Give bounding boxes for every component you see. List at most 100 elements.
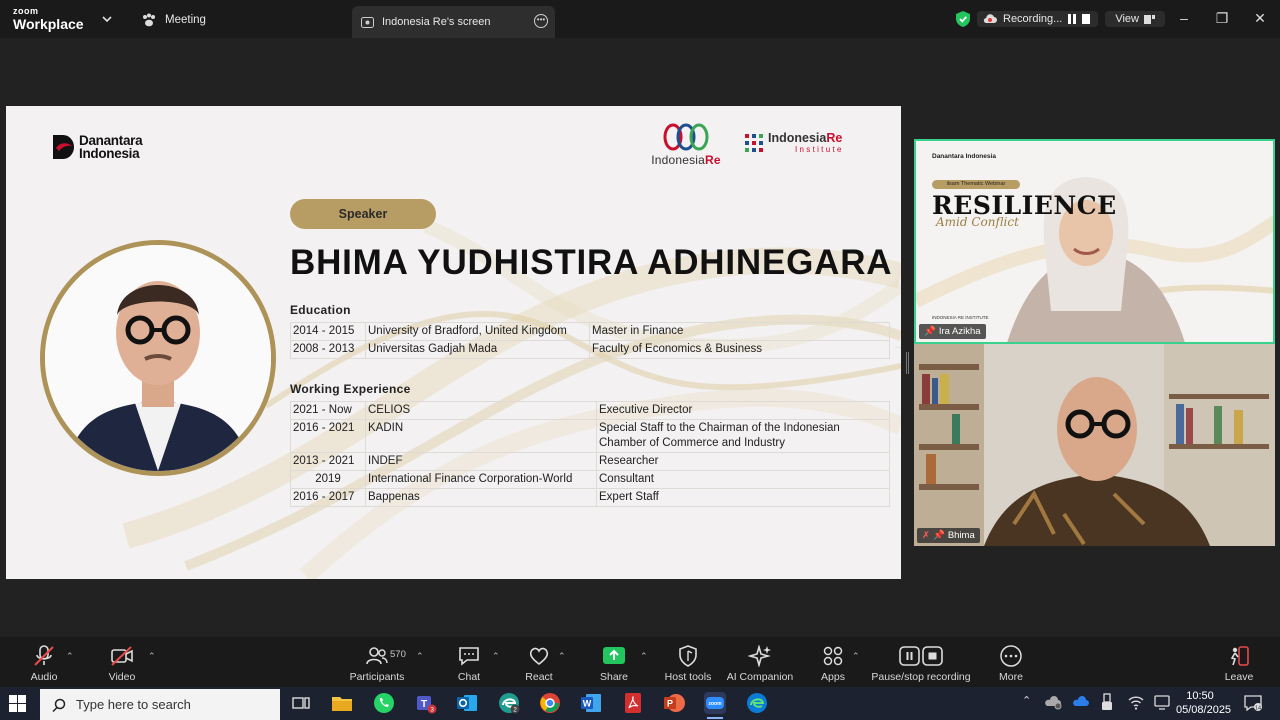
caret-up-icon[interactable]: ⌃ (66, 651, 74, 662)
apps-button[interactable]: Apps (818, 645, 848, 683)
close-icon[interactable]: ✕ (1249, 8, 1271, 28)
pdf-icon[interactable] (622, 692, 644, 714)
outlook-icon[interactable] (456, 692, 478, 714)
svg-text:T: T (421, 699, 427, 710)
view-layout-icon (1143, 14, 1155, 24)
cloud-record-icon (983, 14, 997, 24)
more-options-icon[interactable]: ••• (534, 14, 548, 28)
video-tile-active-speaker[interactable]: Danantara Indonesia ilsam Thematic Webin… (914, 139, 1275, 344)
cloud-icon[interactable] (1072, 693, 1090, 711)
chevron-down-icon[interactable] (101, 13, 113, 25)
caret-up-icon[interactable]: ⌃ (148, 651, 156, 662)
notification-icon[interactable]: 14 (1244, 695, 1262, 711)
maximize-icon[interactable]: ❐ (1211, 8, 1233, 28)
leave-button[interactable]: Leave (1222, 645, 1256, 683)
caret-up-icon[interactable]: ⌃ (558, 651, 566, 662)
edge-badge: 2 (513, 707, 517, 714)
recording-indicator[interactable]: Recording... (977, 11, 1099, 27)
shield-check-icon[interactable] (956, 11, 970, 27)
wifi-icon[interactable] (1127, 693, 1145, 711)
leave-icon (1230, 646, 1249, 666)
work-row: 2016 - 2021 KADIN Special Staff to the Cha… (290, 419, 890, 453)
minimize-icon[interactable]: – (1173, 8, 1195, 28)
pin-icon: 📌 (932, 530, 945, 541)
share-tab-label: Indonesia Re's screen (382, 16, 491, 28)
more-label: More (999, 671, 1023, 683)
powerpoint-icon[interactable]: P (663, 692, 685, 714)
caret-up-icon[interactable]: ⌃ (640, 651, 648, 662)
education-degree: Faculty of Economics & Business (589, 340, 890, 359)
shared-slide: Danantara Indonesia IndonesiaRe Indonesi… (6, 106, 901, 579)
zoom-window: zoom Workplace Meeting Indonesia Re's sc… (0, 0, 1280, 687)
share-screen-icon (603, 647, 625, 664)
video-label: Video (108, 671, 136, 683)
work-years: 2021 - Now (290, 401, 366, 420)
iri-sub: Institute (795, 145, 844, 154)
bg-subtitle: Amid Conflict (936, 215, 1019, 229)
bg-webinar-badge: ilsam Thematic Webinar (932, 180, 1020, 189)
display-icon[interactable] (1153, 693, 1171, 711)
windows-taskbar: Type here to search T3 2 W P zoom ⌃ 10:5… (0, 687, 1280, 720)
speaker-badge: Speaker (290, 199, 436, 229)
shield-icon (679, 645, 697, 667)
pause-recording-icon[interactable] (1068, 14, 1077, 24)
caret-up-icon[interactable]: ⌃ (852, 651, 860, 662)
share-button[interactable]: Share (597, 645, 631, 683)
more-button[interactable]: More (994, 645, 1028, 683)
zoom-taskbar-icon[interactable]: zoom (704, 692, 726, 714)
whatsapp-icon[interactable] (373, 692, 395, 714)
caret-up-icon[interactable]: ⌃ (416, 651, 424, 662)
audio-label: Audio (30, 671, 58, 683)
meeting-tab[interactable]: Meeting (141, 10, 206, 30)
brand-zoom-text: zoom (13, 6, 39, 16)
panel-divider-handle[interactable] (906, 352, 909, 374)
video-tile-speaker[interactable]: ✗ 📌 Bhima (914, 344, 1275, 546)
tray-chevron-icon[interactable]: ⌃ (1022, 694, 1031, 707)
iri-text: Indonesia (768, 131, 827, 145)
chrome-icon[interactable] (539, 692, 561, 714)
work-title: Working Experience (290, 382, 411, 396)
task-view-icon[interactable] (290, 692, 312, 714)
education-years: 2008 - 2013 (290, 340, 366, 359)
work-years: 2016 - 2017 (290, 488, 366, 507)
audio-button[interactable]: Audio (26, 645, 62, 683)
caret-up-icon[interactable]: ⌃ (492, 651, 500, 662)
chat-button[interactable]: Chat (452, 645, 486, 683)
video-off-icon (111, 646, 133, 666)
stop-recording-icon[interactable] (1082, 14, 1091, 24)
edge-beta-icon[interactable]: 2 (498, 692, 520, 714)
participants-label: Participants (349, 671, 405, 683)
indonesia-re-institute-logo: IndonesiaRe Institute (744, 131, 844, 155)
education-institution: University of Bradford, United Kingdom (365, 322, 590, 341)
pin-icon: 📌 (924, 326, 936, 337)
virtual-background (916, 177, 1273, 342)
teams-icon[interactable]: T3 (415, 692, 437, 714)
usb-icon[interactable] (1100, 693, 1114, 711)
share-label: Share (599, 671, 629, 683)
host-tools-button[interactable]: Host tools (663, 645, 713, 683)
work-row: 2013 - 2021 INDEF Researcher (290, 452, 890, 471)
screen-share-tab[interactable]: Indonesia Re's screen ••• (352, 6, 555, 38)
work-row: 2016 - 2017 Bappenas Expert Staff (290, 488, 890, 507)
education-row: 2014 - 2015 University of Bradford, Unite… (290, 322, 890, 341)
taskbar-clock[interactable]: 10:50 05/08/2025 (1176, 689, 1231, 717)
onedrive-sync-icon[interactable] (1044, 693, 1062, 711)
work-role: Special Staff to the Chairman of the Ind… (596, 419, 890, 453)
zoom-active-indicator (707, 717, 723, 719)
view-button[interactable]: View (1105, 11, 1165, 27)
speaker-name: BHIMA YUDHISTIRA ADHINEGARA (290, 243, 893, 282)
windows-start-icon[interactable] (9, 695, 26, 712)
word-icon[interactable]: W (580, 692, 602, 714)
education-degree: Master in Finance (589, 322, 890, 341)
file-explorer-icon[interactable] (331, 692, 353, 714)
react-button[interactable]: React (522, 645, 556, 683)
zoom-workplace-logo[interactable]: zoom Workplace (13, 6, 84, 32)
taskbar-search[interactable]: Type here to search (40, 689, 280, 720)
ai-companion-button[interactable]: AI Companion (726, 645, 794, 683)
pause-stop-recording-button[interactable]: Pause/stop recording (870, 645, 972, 683)
meeting-controls-bar: Audio ⌃ Video ⌃ Participants 570 ⌃ Chat … (0, 637, 1280, 687)
iri-re: Re (826, 131, 843, 145)
edge-icon[interactable] (746, 692, 768, 714)
video-button[interactable]: Video (104, 645, 140, 683)
pause-stop-icon (899, 646, 943, 666)
